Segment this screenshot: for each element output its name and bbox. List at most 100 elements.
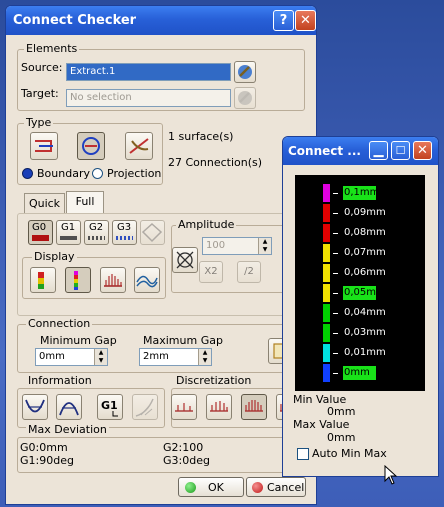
scale-color-band[interactable] — [323, 184, 330, 202]
scale-color-band[interactable] — [323, 364, 330, 382]
g0-button[interactable]: G0 — [28, 220, 53, 245]
g1-button[interactable]: G1 — [56, 220, 81, 245]
boundary-radio[interactable] — [22, 168, 33, 179]
curvature-icon — [135, 398, 154, 417]
g1-pattern — [60, 236, 77, 240]
max-deviation-group-label: Max Deviation — [26, 423, 109, 436]
source-field[interactable]: Extract.1 — [66, 63, 231, 81]
target-field[interactable]: No selection — [66, 89, 231, 107]
scale-label[interactable]: 0,09mm — [343, 206, 386, 220]
amplitude-down-arrow[interactable]: ▼ — [258, 246, 271, 254]
maximum-gap-spinner[interactable]: 2mm ▲ ▼ — [139, 348, 212, 366]
maximize-button[interactable]: ☐ — [391, 141, 410, 160]
information-group-label: Information — [26, 374, 94, 387]
max-info-button[interactable] — [56, 394, 82, 420]
maximum-gap-down-arrow[interactable]: ▼ — [198, 357, 211, 365]
close-button[interactable]: ✕ — [295, 10, 316, 31]
g1-info-button[interactable]: G1 — [97, 394, 123, 420]
scale-label[interactable]: 0,03mm — [343, 326, 386, 340]
cancel-button[interactable]: Cancel — [246, 477, 306, 497]
scale-color-band[interactable] — [323, 264, 330, 282]
medium-discretization-button[interactable] — [241, 394, 267, 420]
scale-color-band[interactable] — [323, 304, 330, 322]
help-button[interactable]: ? — [273, 10, 294, 31]
coarse-discretization-button[interactable] — [206, 394, 232, 420]
display-comb-button[interactable] — [100, 267, 126, 293]
display-envelope-button[interactable] — [134, 267, 160, 293]
projection-radio[interactable] — [92, 168, 103, 179]
discretization-coarse-icon — [210, 401, 228, 412]
scale-label[interactable]: 0,04mm — [343, 306, 386, 320]
amplitude-group-label: Amplitude — [176, 218, 237, 231]
min-info-button[interactable] — [22, 394, 48, 420]
projection-label: Projection — [107, 167, 162, 180]
ok-icon — [185, 482, 196, 493]
type-curve-curve-button[interactable] — [77, 132, 105, 160]
scale-label[interactable]: 0,07mm — [343, 246, 386, 260]
light-discretization-button[interactable] — [171, 394, 197, 420]
automatic-amplitude-button[interactable] — [172, 247, 198, 273]
amplitude-spinner[interactable]: 100 ▲ ▼ — [202, 237, 272, 255]
g2-button[interactable]: G2 — [84, 220, 109, 245]
auto-min-max-checkbox[interactable] — [297, 448, 309, 460]
target-cross-icon — [176, 251, 194, 269]
target-label: Target: — [21, 87, 59, 100]
scale-close-button[interactable]: ✕ — [413, 141, 432, 160]
ok-button[interactable]: OK — [178, 477, 244, 497]
type-surface-curve-button[interactable] — [125, 132, 153, 160]
g1-info-icon: G1 — [101, 399, 118, 417]
scale-tick — [333, 313, 338, 314]
g3-button[interactable]: G3 — [112, 220, 137, 245]
scale-color-band[interactable] — [323, 284, 330, 302]
envelope-curve-icon — [136, 275, 158, 288]
surfaces-count: 1 surface(s) — [168, 130, 234, 143]
scale-tick — [333, 353, 338, 354]
scale-label[interactable]: 0,08mm — [343, 226, 386, 240]
scale-title-bar[interactable]: Connect ... ▁ ☐ ✕ — [283, 137, 438, 165]
minimum-gap-spinner[interactable]: 0mm ▲ ▼ — [35, 348, 108, 366]
display-group-label: Display — [32, 250, 77, 263]
multiply-by-2-button[interactable]: X2 — [199, 261, 223, 283]
color-blocks-icon — [38, 272, 44, 289]
scale-label[interactable]: 0,06mm — [343, 266, 386, 280]
curvature-info-button[interactable] — [132, 394, 158, 420]
ok-label: OK — [208, 481, 224, 494]
scale-color-band[interactable] — [323, 344, 330, 362]
scale-color-band[interactable] — [323, 224, 330, 242]
wrench-globe-icon — [238, 65, 252, 79]
minimize-button[interactable]: ▁ — [369, 141, 388, 160]
tab-full[interactable]: Full — [66, 191, 104, 213]
scale-color-band[interactable] — [323, 204, 330, 222]
scale-color-band[interactable] — [323, 244, 330, 262]
minimum-gap-value: 0mm — [39, 351, 65, 362]
color-scale: 0,1mm 0,09mm 0,08mm 0,07mm 0,06mm 0,05mm 0,04m… — [295, 175, 425, 391]
scale-label[interactable]: 0,01mm — [343, 346, 386, 360]
scale-label[interactable]: 0mm — [343, 366, 376, 380]
divide-by-2-label: /2 — [244, 266, 254, 277]
minimum-gap-down-arrow[interactable]: ▼ — [94, 357, 107, 365]
divide-by-2-button[interactable]: /2 — [237, 261, 261, 283]
target-picker-button[interactable] — [234, 87, 256, 109]
g1-label: G1 — [61, 222, 76, 233]
scale-tick — [333, 233, 338, 234]
amplitude-up-arrow[interactable]: ▲ — [258, 238, 271, 246]
minimum-gap-up-arrow[interactable]: ▲ — [94, 349, 107, 357]
scale-color-band[interactable] — [323, 324, 330, 342]
tab-quick[interactable]: Quick — [24, 193, 65, 213]
min-curve-icon — [25, 399, 45, 413]
title-bar[interactable]: Connect Checker ? ✕ — [6, 6, 316, 35]
g3-pattern — [116, 236, 133, 240]
display-limited-color-button[interactable] — [30, 267, 56, 293]
type-group-label: Type — [24, 116, 54, 129]
type-surface-surface-button[interactable] — [30, 132, 58, 160]
scale-tick — [333, 273, 338, 274]
color-scale-dialog: Connect ... ▁ ☐ ✕ 0,1mm 0,09mm 0,08mm 0,07m… — [282, 136, 439, 477]
display-full-color-button[interactable] — [65, 267, 91, 293]
scale-label[interactable]: 0,1mm — [343, 186, 379, 200]
wrench-globe-icon — [238, 91, 252, 105]
source-picker-button[interactable] — [234, 61, 256, 83]
overlap-button[interactable] — [140, 220, 165, 245]
scale-label[interactable]: 0,05mm — [343, 286, 386, 300]
maximum-gap-up-arrow[interactable]: ▲ — [198, 349, 211, 357]
dialog-title: Connect Checker — [13, 13, 137, 28]
